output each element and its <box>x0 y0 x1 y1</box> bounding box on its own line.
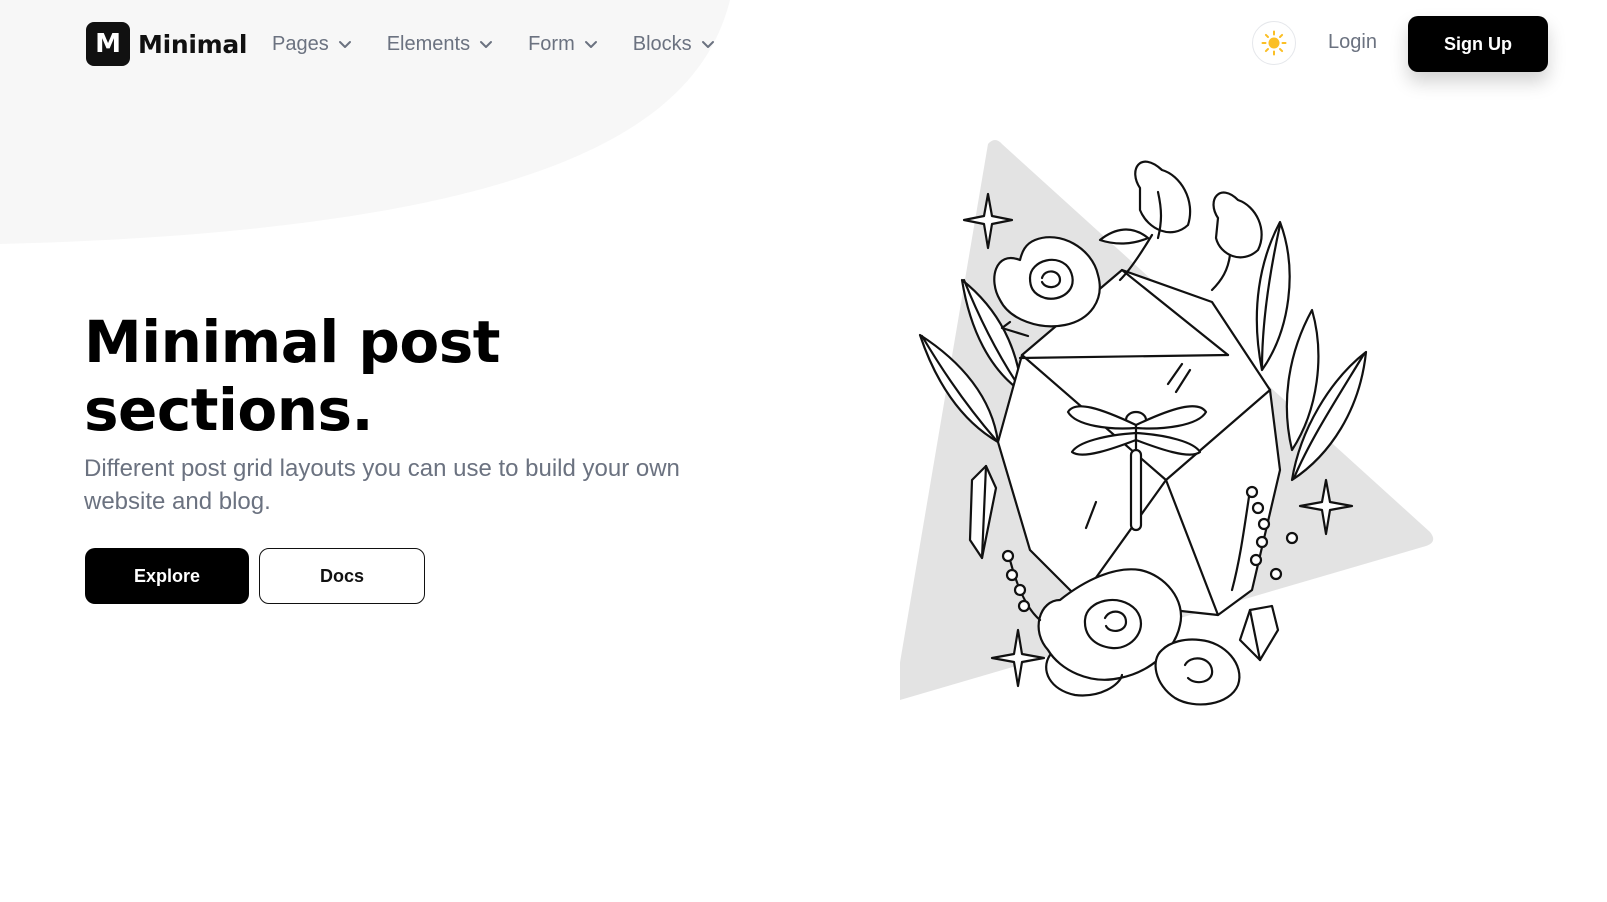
nav-item-form[interactable]: Form <box>528 30 599 58</box>
sun-icon <box>1261 30 1287 56</box>
docs-button[interactable]: Docs <box>259 548 425 604</box>
main-nav: Pages Elements Form Blocks <box>272 30 750 58</box>
logo-letter: M <box>95 29 121 59</box>
logo[interactable]: M Minimal <box>86 22 248 66</box>
login-link[interactable]: Login <box>1328 31 1377 54</box>
hero-title: Minimal post sections. <box>84 308 684 444</box>
nav-item-label: Blocks <box>632 32 692 55</box>
site-header: M Minimal Pages Elements Form Blocks Log… <box>0 0 1607 88</box>
sign-up-button[interactable]: Sign Up <box>1408 16 1548 72</box>
hero-subtitle: Different post grid layouts you can use … <box>84 455 680 515</box>
chevron-down-icon <box>701 41 714 48</box>
nav-item-elements[interactable]: Elements <box>387 30 494 58</box>
page: M Minimal Pages Elements Form Blocks Log… <box>0 0 1607 902</box>
brand-name: Minimal <box>138 29 248 59</box>
hero-title-line-1: Minimal post <box>84 308 501 376</box>
theme-toggle-button[interactable] <box>1252 21 1296 65</box>
chevron-down-icon <box>584 41 597 48</box>
hero-title-line-2: sections. <box>84 376 374 444</box>
nav-item-label: Form <box>528 32 575 55</box>
nav-item-label: Pages <box>272 32 329 55</box>
nav-item-pages[interactable]: Pages <box>272 30 353 58</box>
chevron-down-icon <box>338 41 351 48</box>
logo-mark: M <box>86 22 130 66</box>
crystal-flowers-illustration <box>900 140 1434 706</box>
explore-button[interactable]: Explore <box>85 548 249 604</box>
nav-item-blocks[interactable]: Blocks <box>633 30 716 58</box>
nav-item-label: Elements <box>386 32 471 55</box>
chevron-down-icon <box>480 41 493 48</box>
